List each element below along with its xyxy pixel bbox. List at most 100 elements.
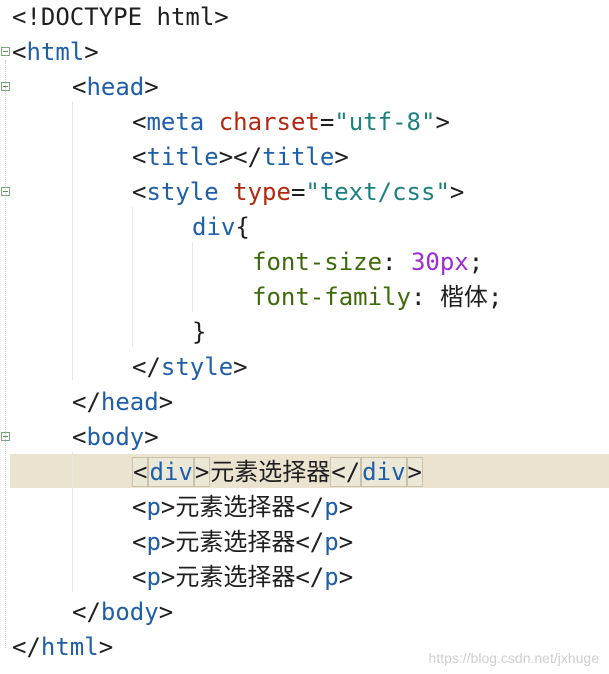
code-token: >: [160, 563, 176, 591]
code-text: </body>: [72, 595, 173, 630]
code-token: =: [290, 178, 306, 206]
code-token: "text/css": [305, 178, 450, 206]
code-text: <!DOCTYPE html>: [12, 0, 229, 35]
code-token: <: [132, 457, 149, 487]
fold-toggle-icon[interactable]: [1, 82, 10, 91]
code-token: >: [435, 108, 450, 136]
code-text: </html>: [12, 630, 113, 665]
code-token: ;: [468, 248, 484, 276]
code-token: >: [144, 73, 159, 101]
code-token: </: [72, 388, 101, 416]
code-token: </: [295, 528, 325, 556]
code-line[interactable]: font-size: 30px;: [0, 245, 609, 280]
code-token: <: [132, 493, 147, 521]
code-token: </: [12, 633, 41, 661]
code-text: <head>: [72, 70, 159, 105]
code-token: div: [148, 457, 194, 487]
code-line[interactable]: <meta charset="utf-8">: [0, 105, 609, 140]
code-token: <: [72, 423, 87, 451]
code-token: <: [132, 108, 147, 136]
code-token: >: [158, 598, 174, 626]
code-token: 楷体: [439, 283, 488, 311]
code-line[interactable]: <head>: [0, 70, 609, 105]
code-text: </style>: [132, 350, 248, 385]
code-token: title: [146, 143, 219, 171]
code-token: >: [338, 528, 354, 556]
code-token: >: [193, 457, 211, 487]
fold-toggle-icon[interactable]: [1, 47, 10, 56]
code-line[interactable]: <p>元素选择器</p>: [0, 560, 609, 595]
code-token: >: [84, 38, 99, 66]
code-text: <html>: [12, 35, 99, 70]
code-token: charset: [218, 108, 320, 136]
code-line[interactable]: <body>: [0, 420, 609, 455]
code-line[interactable]: <style type="text/css">: [0, 175, 609, 210]
code-token: title: [262, 143, 335, 171]
code-token: >: [334, 143, 349, 171]
code-token: ></: [218, 143, 263, 171]
code-token: p: [146, 528, 161, 556]
code-text: }: [192, 315, 206, 350]
code-text: font-size: 30px;: [252, 245, 483, 280]
code-text: <title></title>: [132, 140, 349, 175]
code-token: head: [86, 73, 145, 101]
code-token: <: [132, 563, 147, 591]
code-token: p: [324, 493, 339, 521]
code-token: div: [361, 457, 407, 487]
code-line[interactable]: <p>元素选择器</p>: [0, 525, 609, 560]
code-token: <: [12, 38, 27, 66]
code-token: 元素选择器: [175, 493, 296, 521]
code-line[interactable]: div{: [0, 210, 609, 245]
code-token: <!DOCTYPE html>: [12, 3, 229, 31]
code-line[interactable]: </head>: [0, 385, 609, 420]
code-token: font-family: [252, 283, 411, 311]
code-text: <meta charset="utf-8">: [132, 105, 450, 140]
code-token: >: [144, 423, 159, 451]
code-token: type: [233, 178, 291, 206]
code-line[interactable]: <!DOCTYPE html>: [0, 0, 609, 35]
code-line[interactable]: <p>元素选择器</p>: [0, 490, 609, 525]
code-token: body: [86, 423, 145, 451]
code-token: =: [319, 108, 335, 136]
code-line[interactable]: font-family: 楷体;: [0, 280, 609, 315]
code-line[interactable]: <html>: [0, 35, 609, 70]
code-line[interactable]: }: [0, 315, 609, 350]
code-token: <: [132, 528, 147, 556]
code-token: div: [192, 213, 236, 241]
code-token: head: [100, 388, 159, 416]
code-token: </: [330, 457, 362, 487]
code-token: html: [40, 633, 99, 661]
code-token: ;: [487, 283, 503, 311]
fold-toggle-icon[interactable]: [1, 432, 10, 441]
code-text: <style type="text/css">: [132, 175, 464, 210]
code-token: <: [132, 178, 147, 206]
code-text: <p>元素选择器</p>: [132, 525, 353, 560]
code-token: >: [160, 528, 176, 556]
code-line[interactable]: </style>: [0, 350, 609, 385]
fold-toggle-icon[interactable]: [1, 187, 10, 196]
code-token: 30px: [410, 248, 469, 276]
code-token: 元素选择器: [175, 563, 296, 591]
code-text: <body>: [72, 420, 159, 455]
code-token: :: [382, 248, 411, 276]
code-token: </: [295, 563, 325, 591]
code-token: {: [235, 213, 250, 241]
code-line[interactable]: <title></title>: [0, 140, 609, 175]
code-token: 元素选择器: [210, 458, 331, 486]
code-token: 元素选择器: [175, 528, 296, 556]
code-token: >: [233, 353, 248, 381]
code-token: >: [406, 457, 423, 487]
code-token: </: [295, 493, 325, 521]
code-line[interactable]: <div>元素选择器</div>: [0, 455, 609, 490]
code-token: >: [338, 563, 354, 591]
code-line[interactable]: </body>: [0, 595, 609, 630]
code-text: div{: [192, 210, 250, 245]
code-token: body: [100, 598, 159, 626]
code-token: }: [192, 318, 207, 346]
code-token: "utf-8": [334, 108, 436, 136]
code-text: </head>: [72, 385, 173, 420]
code-editor[interactable]: <!DOCTYPE html> <html> <head> <meta charset…: [0, 0, 609, 674]
code-token: >: [158, 388, 174, 416]
code-token: p: [324, 563, 339, 591]
